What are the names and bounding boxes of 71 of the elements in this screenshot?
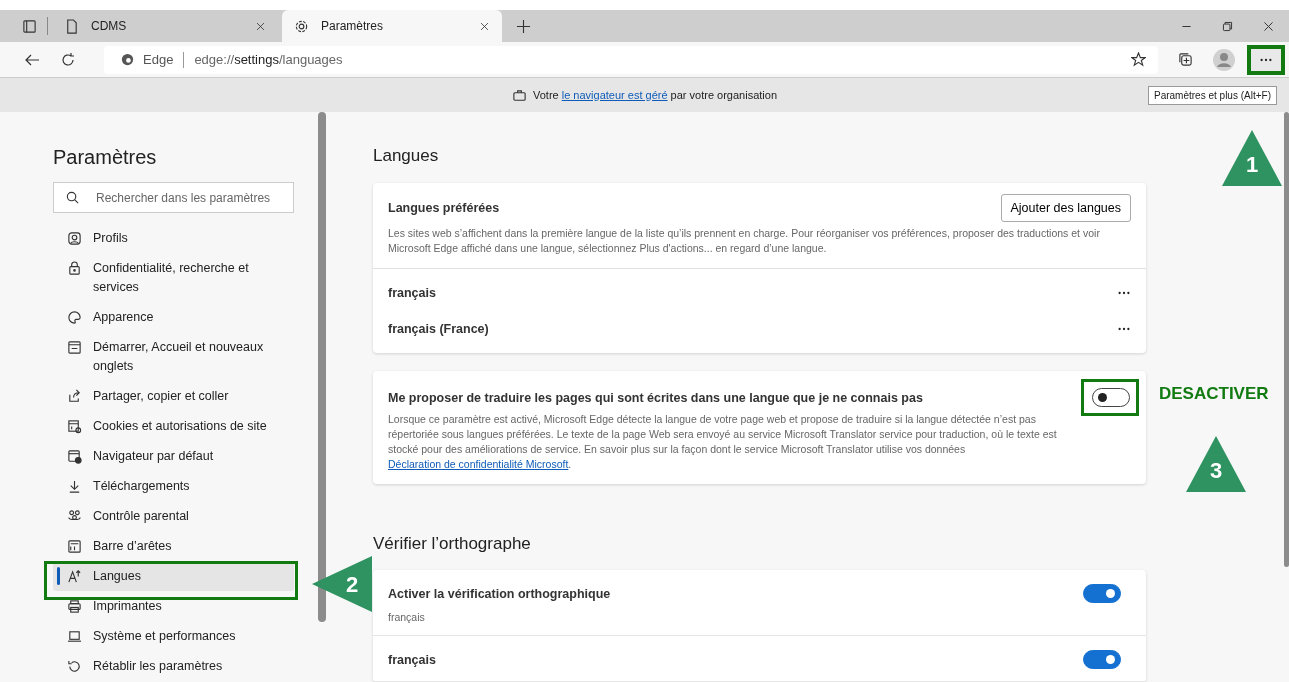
- star-plus-icon[interactable]: [1131, 52, 1146, 67]
- sidebar-item[interactable]: Confidentialité, recherche et services: [53, 253, 294, 302]
- collections-icon[interactable]: [1178, 52, 1193, 67]
- sidebar-item[interactable]: Navigateur par défaut: [53, 441, 294, 471]
- section-title: Vérifier l’orthographe: [373, 534, 531, 554]
- page-icon: [64, 18, 79, 34]
- managed-link[interactable]: le navigateur est géré: [561, 89, 668, 101]
- more-icon[interactable]: [1117, 327, 1131, 331]
- profile-icon: [67, 230, 82, 246]
- step-marker: 1: [1222, 130, 1282, 186]
- setting-title: français: [388, 652, 436, 667]
- sidebar-item[interactable]: Contrôle parental: [53, 501, 294, 531]
- new-tab-icon[interactable]: [516, 18, 531, 34]
- lock-icon: [67, 260, 82, 276]
- toggle-switch[interactable]: [1092, 388, 1130, 407]
- toggle-switch[interactable]: [1083, 650, 1121, 669]
- close-icon[interactable]: [479, 20, 490, 32]
- step-marker: 3: [1186, 436, 1246, 492]
- language-name: français (France): [388, 322, 489, 336]
- more-icon: [1259, 57, 1273, 62]
- scrollbar[interactable]: [1284, 112, 1289, 567]
- sidebar-item[interactable]: Imprimantes: [53, 591, 294, 621]
- sidebar-item[interactable]: Rétablir les paramètres: [53, 651, 294, 681]
- setting-subtitle: français: [388, 611, 426, 623]
- setting-title: Activer la vérification orthographique: [388, 586, 611, 601]
- window-icon: [67, 339, 82, 355]
- sidebar-item[interactable]: Apparence: [53, 302, 294, 332]
- refresh-icon[interactable]: [60, 51, 76, 68]
- browser-check-icon: [67, 448, 82, 464]
- laptop-icon: [67, 628, 82, 644]
- add-languages-button[interactable]: Ajouter des langues: [1000, 194, 1131, 222]
- sidebar-item[interactable]: Démarrer, Accueil et nouveaux onglets: [53, 332, 294, 381]
- palette-icon: [67, 309, 82, 325]
- gear-icon: [294, 18, 309, 34]
- download-icon: [67, 478, 82, 494]
- step-marker: 2: [312, 556, 372, 612]
- sidebar-item[interactable]: Cookies et autorisations de site: [53, 411, 294, 441]
- printer-icon: [67, 598, 82, 614]
- close-icon[interactable]: [255, 20, 266, 32]
- briefcase-icon: [512, 87, 527, 103]
- settings-title: Paramètres: [53, 146, 158, 169]
- sidebar-panel-icon: [67, 538, 82, 554]
- more-icon[interactable]: [1117, 291, 1131, 295]
- tab-actions-icon[interactable]: [22, 18, 37, 34]
- section-title: Langues: [373, 146, 439, 166]
- sidebar-item[interactable]: Partager, copier et coller: [53, 381, 294, 411]
- cookie-gear-icon: [67, 418, 82, 434]
- share-icon: [67, 388, 82, 404]
- reset-icon: [67, 658, 82, 674]
- avatar-icon[interactable]: [1213, 48, 1235, 71]
- language-name: français: [388, 286, 436, 300]
- browser-tab[interactable]: Paramètres: [282, 10, 502, 42]
- card-title: Langues préférées: [388, 201, 500, 215]
- description: Lorsque ce paramètre est activé, Microsoft Edge détecte la langue de votre page web et propose de traduire si la langue détectée n’est pas répertoriée sous langues préférées. Le texte de la page Web sera envoyé au service Microsoft Translator service pour traduction, où le texte est stocké pour des améliorations de service. En savoir plus sur la façon dont le service Microsoft Translator utilise vos données Déclaration de confidentialité Microsoft.: [388, 412, 1058, 472]
- description: Les sites web s’affichent dans la première langue de la liste qu’ils prennent en charge. Pour réorganiser vos préférences, proposer des traductions et voir Microsoft Edge affiché dans une langue, sélectionnez Plus d'actions... en regard d’une langue.: [388, 226, 1101, 256]
- annotation-label: DESACTIVER: [1159, 384, 1269, 404]
- sidebar-item[interactable]: Barre d’arêtes: [53, 531, 294, 561]
- search-icon: [65, 190, 80, 205]
- address-field[interactable]: Edge edge://settings/languages: [104, 45, 1158, 74]
- scrollbar[interactable]: [318, 112, 326, 622]
- managed-notice: Votre le navigateur est géré par votre organisation: [533, 89, 777, 101]
- toggle-switch[interactable]: [1083, 584, 1121, 603]
- menu-button[interactable]: [1247, 44, 1285, 75]
- tooltip: Paramètres et plus (Alt+F): [1148, 86, 1277, 105]
- search-field[interactable]: Rechercher dans les paramètres: [53, 182, 294, 213]
- translate-icon: [67, 568, 82, 584]
- sidebar-item[interactable]: Téléchargements: [53, 471, 294, 501]
- browser-tab[interactable]: CDMS: [58, 10, 278, 42]
- sidebar-item[interactable]: Profils: [53, 223, 294, 253]
- sidebar-item[interactable]: Système et performances: [53, 621, 294, 651]
- setting-title: Me proposer de traduire les pages qui sont écrites dans une langue que je ne connais pas: [388, 390, 923, 405]
